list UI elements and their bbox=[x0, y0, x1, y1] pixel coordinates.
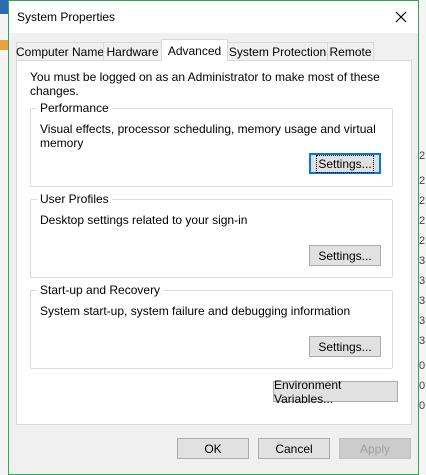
tab-hardware[interactable]: Hardware bbox=[103, 42, 162, 61]
background-folder-icon bbox=[0, 40, 8, 50]
background-text-fragment: 0 bbox=[419, 400, 426, 412]
admin-notice: You must be logged on as an Administrato… bbox=[30, 70, 380, 98]
performance-title: Performance bbox=[37, 101, 112, 115]
tab-system-protection[interactable]: System Protection bbox=[227, 42, 328, 61]
background-text-fragment: 2 bbox=[419, 195, 426, 207]
background-text-fragment: 2 bbox=[419, 175, 426, 187]
tab-remote[interactable]: Remote bbox=[327, 42, 374, 61]
close-button[interactable] bbox=[384, 1, 418, 32]
startup-recovery-settings-button[interactable]: Settings... bbox=[309, 336, 381, 357]
user-profiles-description: Desktop settings related to your sign-in bbox=[40, 213, 248, 227]
background-text-fragment: 0 bbox=[419, 380, 426, 392]
performance-description: Visual effects, processor scheduling, me… bbox=[40, 122, 376, 150]
background-text-fragment: 2 bbox=[419, 215, 426, 227]
apply-button[interactable]: Apply bbox=[339, 438, 411, 459]
background-text-fragment: 2 bbox=[419, 235, 426, 247]
user-profiles-settings-button[interactable]: Settings... bbox=[309, 245, 381, 266]
background-text-fragment: 3 bbox=[419, 315, 426, 327]
user-profiles-title: User Profiles bbox=[37, 192, 112, 206]
cancel-button[interactable]: Cancel bbox=[258, 438, 330, 459]
performance-group: Performance Visual effects, processor sc… bbox=[30, 101, 393, 187]
tab-advanced[interactable]: Advanced bbox=[161, 39, 228, 61]
performance-settings-button[interactable]: Settings... bbox=[309, 153, 381, 174]
background-text-fragment: 2 bbox=[419, 150, 426, 162]
window-title: System Properties bbox=[17, 10, 116, 24]
tab-computer-name[interactable]: Computer Name bbox=[16, 42, 104, 61]
performance-settings-label: Settings... bbox=[316, 154, 374, 173]
title-bar: System Properties bbox=[9, 1, 418, 33]
startup-recovery-description: System start-up, system failure and debu… bbox=[40, 304, 351, 318]
background-text-fragment: 3 bbox=[419, 275, 426, 287]
background-app-right: 2 2 2 2 2 3 3 3 3 3 0 0 0 bbox=[419, 0, 426, 475]
startup-recovery-title: Start-up and Recovery bbox=[37, 283, 164, 297]
background-text-fragment: 3 bbox=[419, 335, 426, 347]
background-text-fragment: 0 bbox=[419, 360, 426, 372]
ok-button[interactable]: OK bbox=[177, 438, 249, 459]
advanced-tab-panel: You must be logged on as an Administrato… bbox=[16, 60, 412, 425]
user-profiles-group: User Profiles Desktop settings related t… bbox=[30, 192, 393, 278]
close-icon bbox=[395, 11, 407, 22]
startup-recovery-group: Start-up and Recovery System start-up, s… bbox=[30, 283, 393, 369]
dialog-button-bar: OK Cancel Apply bbox=[9, 426, 418, 474]
background-text-fragment: 3 bbox=[419, 255, 426, 267]
environment-variables-button[interactable]: Environment Variables... bbox=[273, 378, 398, 406]
background-text-fragment: 3 bbox=[419, 295, 426, 307]
system-properties-dialog: System Properties Computer Name Hardware… bbox=[8, 0, 419, 475]
